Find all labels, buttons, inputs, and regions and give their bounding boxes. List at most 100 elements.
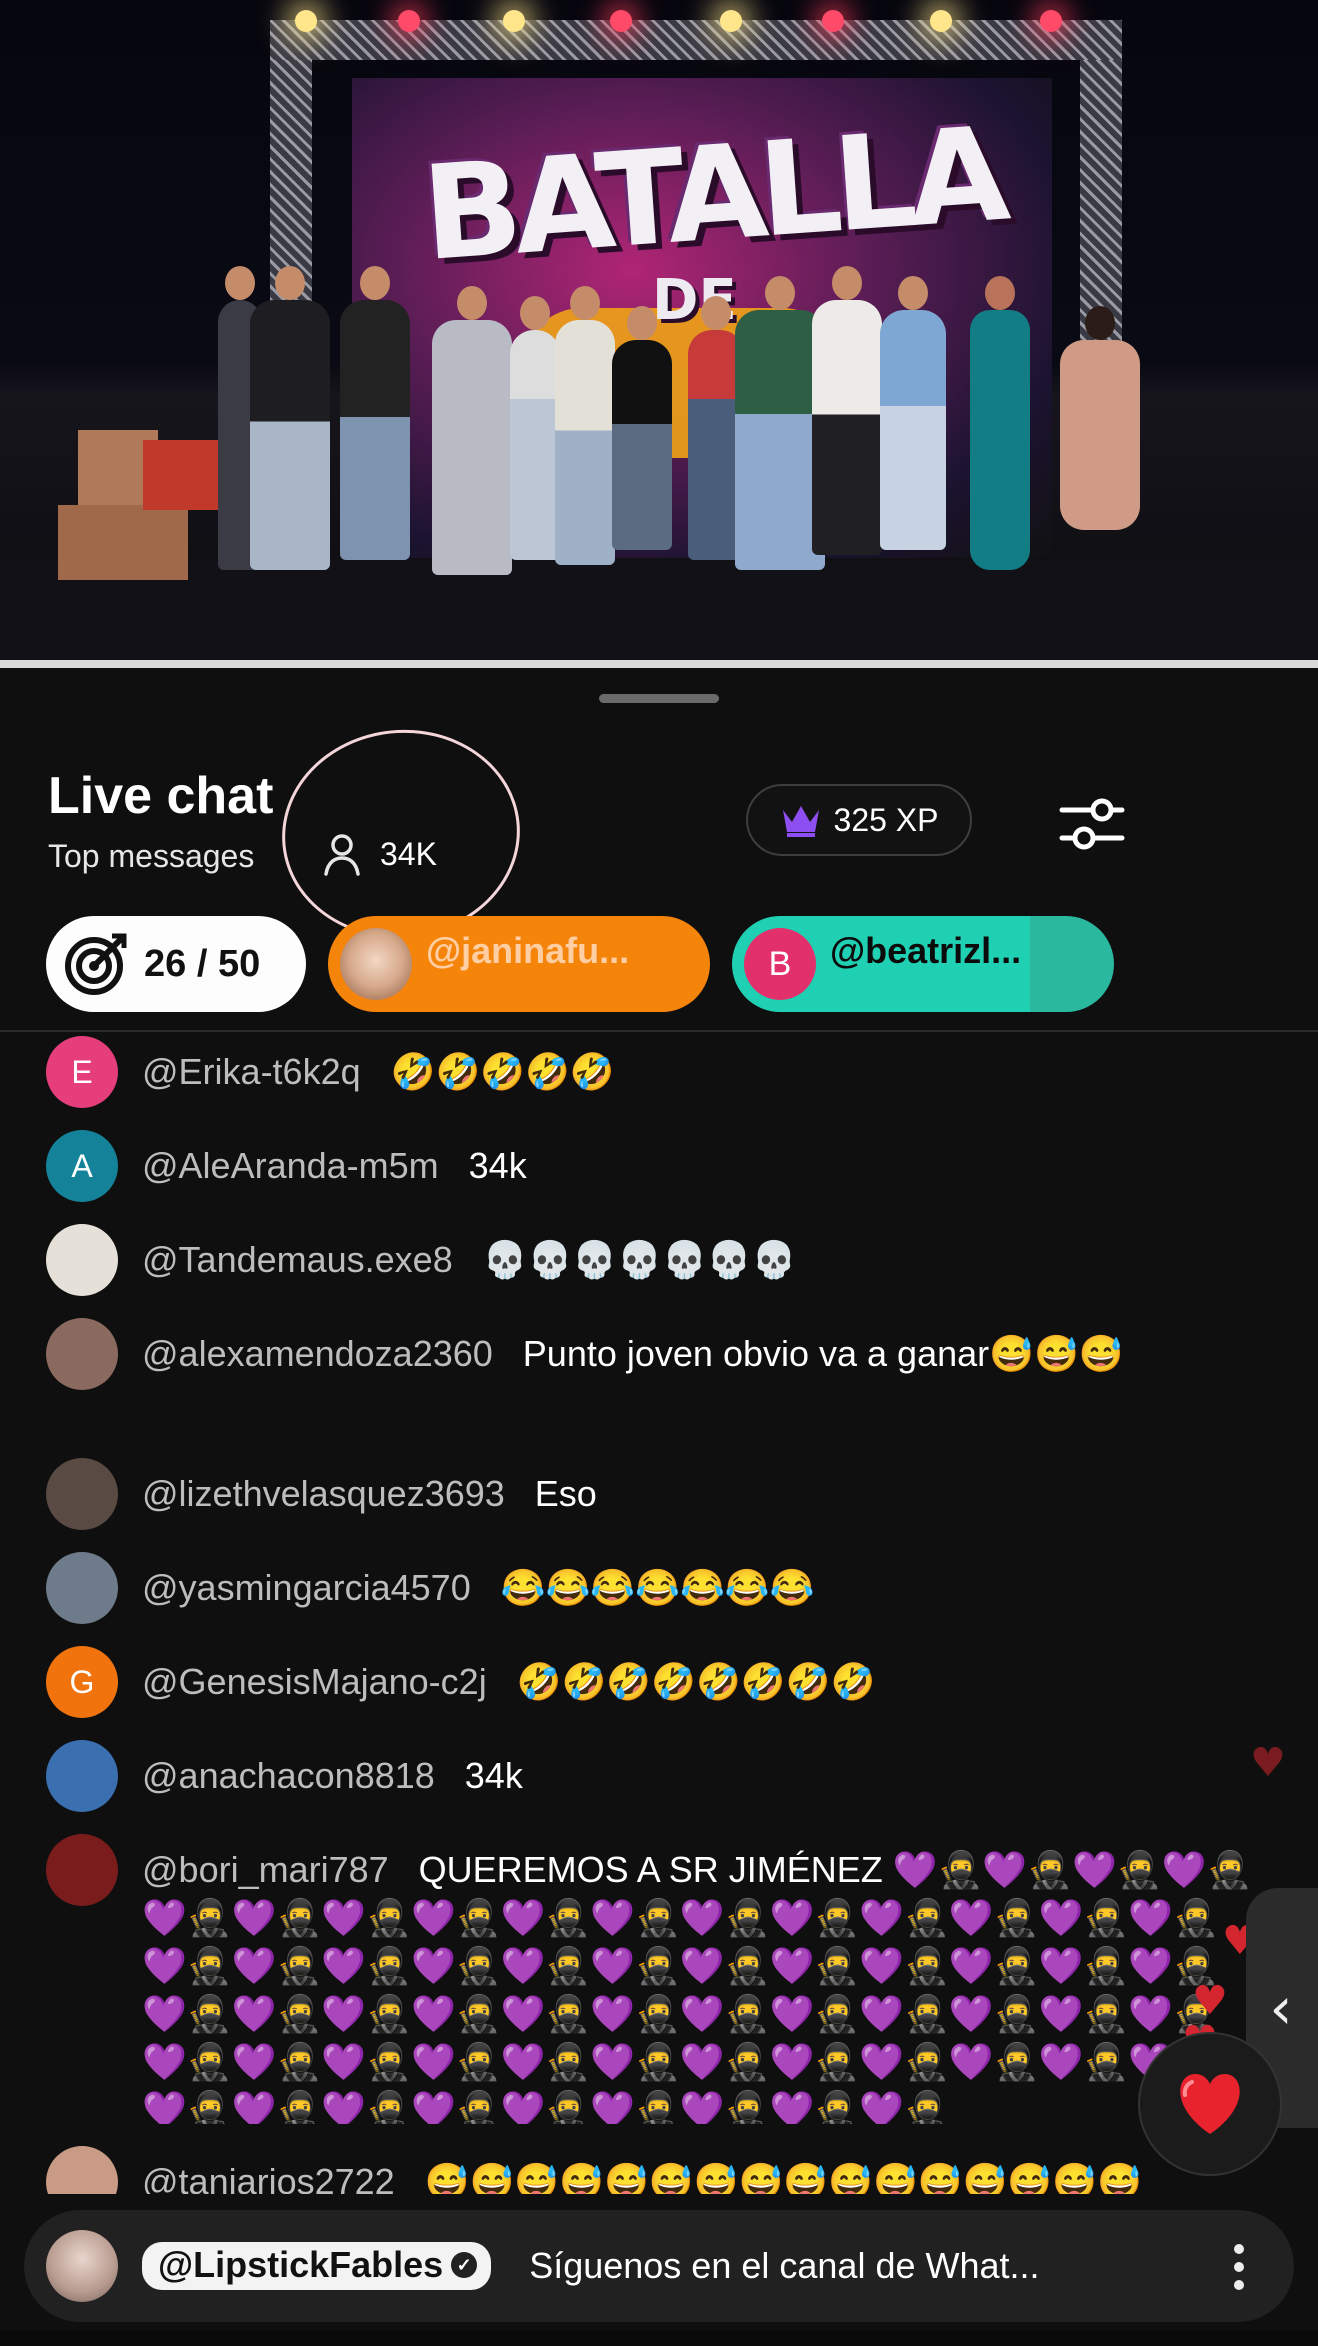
avatar: A <box>46 1130 118 1202</box>
pinned-user-chip[interactable]: B @beatrizl... <box>732 916 1114 1012</box>
stage-light <box>930 10 952 32</box>
stage-light <box>295 10 317 32</box>
chat-message[interactable]: @anachacon8818 34k <box>46 1740 1276 1812</box>
pinned-text: Síguenos en el canal de What... <box>529 2245 1040 2286</box>
chevron-left-icon: ‹ <box>1269 1974 1293 2042</box>
divider <box>0 1030 1318 1032</box>
avatar <box>46 1740 118 1812</box>
avatar <box>46 1224 118 1296</box>
message-text: 🤣🤣🤣🤣🤣🤣🤣🤣 <box>516 1661 876 1702</box>
chat-message[interactable]: @bori_mari787 QUEREMOS A SR JIMÉNEZ 💜🥷💜🥷💜… <box>46 1834 1276 2124</box>
stage-props <box>58 430 218 580</box>
live-chat-panel: Live chat Top messages 34K 325 XP 26 / 5… <box>0 668 1318 2346</box>
message-text: 34k <box>468 1145 527 1186</box>
pinned-message-bar[interactable]: @LipstickFables ✓ Síguenos en el canal d… <box>24 2210 1294 2322</box>
message-author[interactable]: @bori_mari787 <box>142 1849 389 1890</box>
chat-message[interactable]: @taniarios2722 😅😅😅😅😅😅😅😅😅😅😅😅😅😅😅😅 <box>46 2146 1276 2194</box>
pinned-author: @LipstickFables <box>158 2244 444 2285</box>
message-text: 😅😅😅😅😅😅😅😅😅😅😅😅😅😅😅😅 <box>424 2161 1142 2194</box>
avatar: B <box>744 928 816 1000</box>
person-icon <box>322 832 362 876</box>
live-video[interactable]: BATALLA DE <box>0 0 1318 660</box>
performer <box>432 286 512 575</box>
avatar-letter: G <box>69 1663 95 1700</box>
chat-message[interactable]: @alexamendoza2360 Punto joven obvio va a … <box>46 1318 1276 1390</box>
avatar-letter: E <box>71 1053 93 1090</box>
message-text: 😂😂😂😂😂😂😂 <box>500 1567 815 1608</box>
more-vert-icon[interactable] <box>1234 2244 1246 2290</box>
pinned-author-badge[interactable]: @LipstickFables ✓ <box>142 2242 492 2290</box>
chat-message-list[interactable]: E @Erika-t6k2q 🤣🤣🤣🤣🤣 A @AleAranda-m5m 34k … <box>0 1034 1318 2194</box>
host <box>970 276 1030 570</box>
bottom-strip <box>0 2330 1318 2346</box>
avatar: G <box>46 1646 118 1718</box>
performer <box>880 276 946 550</box>
chat-message[interactable]: G @GenesisMajano-c2j 🤣🤣🤣🤣🤣🤣🤣🤣 <box>46 1646 1276 1718</box>
chat-chips-row: 26 / 50 @janinafu... B @beatrizl... <box>0 916 1318 1016</box>
viewer-count: 34K <box>322 832 437 876</box>
message-text: Eso <box>534 1473 597 1514</box>
performer <box>250 266 330 570</box>
performer <box>812 266 882 555</box>
chat-message[interactable]: @lizethvelasquez3693 Eso <box>46 1458 1276 1530</box>
message-author[interactable]: @anachacon8818 <box>142 1755 435 1796</box>
avatar: E <box>46 1036 118 1108</box>
stage-light <box>720 10 742 32</box>
performer <box>612 306 672 550</box>
chat-mode-selector[interactable]: Top messages <box>48 838 254 875</box>
stage-light <box>610 10 632 32</box>
chat-message[interactable]: @yasmingarcia4570 😂😂😂😂😂😂😂 <box>46 1552 1276 1624</box>
avatar <box>46 1834 118 1906</box>
avatar <box>340 928 412 1000</box>
verified-icon: ✓ <box>451 2252 478 2278</box>
message-author[interactable]: @GenesisMajano-c2j <box>142 1661 487 1702</box>
pinned-user-chip[interactable]: @janinafu... <box>328 916 710 1012</box>
avatar <box>46 1318 118 1390</box>
message-author[interactable]: @alexamendoza2360 <box>142 1333 493 1374</box>
viewer-count-value: 34K <box>380 835 437 872</box>
chat-message[interactable]: @Tandemaus.exe8 💀💀💀💀💀💀💀 <box>46 1224 1276 1296</box>
goal-progress: 26 / 50 <box>144 942 261 985</box>
xp-value: 325 XP <box>833 801 939 838</box>
message-text: 34k <box>464 1755 523 1796</box>
host <box>1060 306 1140 530</box>
goal-chip[interactable]: 26 / 50 <box>46 916 306 1012</box>
message-text: Punto joven obvio va a ganar😅😅😅 <box>522 1333 1124 1374</box>
message-author[interactable]: @Tandemaus.exe8 <box>142 1239 453 1280</box>
stage-truss-right <box>1080 20 1122 350</box>
stage-truss-top <box>270 20 1122 60</box>
chat-message[interactable]: A @AleAranda-m5m 34k <box>46 1130 1276 1202</box>
message-text: QUEREMOS A SR JIMÉNEZ 💜🥷💜🥷💜🥷💜🥷💜🥷💜🥷💜🥷💜🥷💜🥷… <box>142 1849 1252 2124</box>
crown-icon <box>782 806 819 837</box>
performer <box>340 266 410 560</box>
chat-title: Live chat <box>48 767 274 825</box>
stage-light <box>398 10 420 32</box>
video-divider <box>0 660 1318 668</box>
message-text: 💀💀💀💀💀💀💀 <box>482 1239 797 1280</box>
chip-username: @beatrizl... <box>830 930 1022 971</box>
drag-handle[interactable] <box>599 694 719 703</box>
sliders-icon <box>1059 798 1125 850</box>
message-author[interactable]: @AleAranda-m5m <box>142 1145 439 1186</box>
chip-username: @janinafu... <box>426 930 630 971</box>
heart-icon <box>1180 2074 1240 2134</box>
avatar <box>46 1552 118 1624</box>
avatar <box>46 2146 118 2194</box>
message-text: 🤣🤣🤣🤣🤣 <box>390 1051 615 1092</box>
avatar-letter: A <box>71 1147 93 1184</box>
stage-light <box>822 10 844 32</box>
target-icon <box>65 933 127 995</box>
performer <box>510 296 560 560</box>
like-heart-button[interactable] <box>1138 2032 1282 2176</box>
stage-light <box>503 10 525 32</box>
heart-icon: ♥ <box>1250 1740 1286 1786</box>
performer <box>555 286 615 565</box>
message-author[interactable]: @lizethvelasquez3693 <box>142 1473 505 1514</box>
stage-light <box>1040 10 1062 32</box>
chat-message[interactable]: E @Erika-t6k2q 🤣🤣🤣🤣🤣 <box>46 1036 1276 1108</box>
message-author[interactable]: @taniarios2722 <box>142 2161 395 2194</box>
chat-settings-button[interactable] <box>1052 784 1132 864</box>
message-author[interactable]: @yasmingarcia4570 <box>142 1567 471 1608</box>
xp-button[interactable]: 325 XP <box>746 784 972 856</box>
message-author[interactable]: @Erika-t6k2q <box>142 1051 361 1092</box>
